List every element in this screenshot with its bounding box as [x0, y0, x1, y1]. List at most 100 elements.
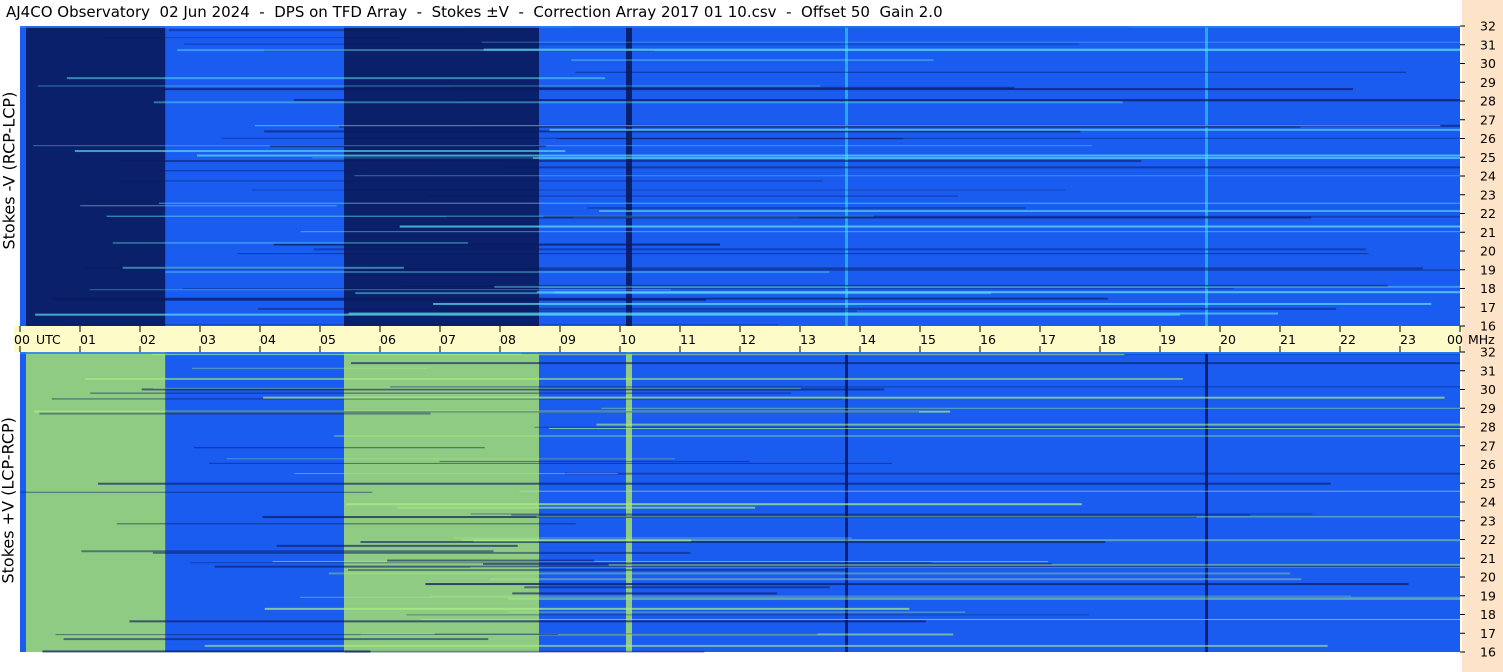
x-tick-label: 00 [1447, 332, 1463, 347]
panel-top-interference-streak [65, 324, 778, 326]
panel-top-interference-streak [182, 288, 1234, 290]
x-tick-label: 22 [1340, 332, 1356, 347]
panel-bottom-interference-streak [97, 482, 1331, 485]
panel-top-interference-streak [587, 207, 1026, 209]
panel-top-interference-streak [153, 101, 1123, 104]
panel-top-edge-line [20, 26, 1460, 28]
x-tick-label: 21 [1280, 332, 1296, 347]
panel-top-y-tick-label: 21 [1480, 225, 1496, 240]
panel-bottom-interference-streak [264, 607, 910, 610]
panel-bottom-interference-streak [350, 362, 1461, 365]
panel-bottom-interference-streak [300, 596, 1461, 598]
x-tick-label: 01 [80, 332, 96, 347]
panel-top-interference-streak [119, 180, 823, 182]
panel-bottom-interference-streak [20, 491, 373, 493]
panel-top-interference-streak [258, 307, 1337, 310]
x-tick-label: 20 [1220, 332, 1236, 347]
x-tick-label: 16 [980, 332, 996, 347]
panel-top-interference-streak [599, 210, 1460, 213]
panel-top-interference-streak [575, 71, 1407, 73]
panel-bottom-y-tick-label: 24 [1480, 495, 1496, 510]
panel-bottom-interference-streak [490, 578, 1302, 581]
panel-bottom-interference-streak [152, 387, 801, 389]
panel-bottom-interference-streak [601, 407, 1460, 409]
panel-bottom-interference-streak [90, 392, 792, 394]
x-tick-label: 09 [560, 332, 576, 347]
panel-top-y-tick-label: 19 [1480, 262, 1496, 277]
panel-bottom-interference-streak [534, 426, 1460, 428]
panel-bottom-interference-streak [507, 597, 1460, 600]
panel-top-interference-streak [355, 292, 992, 295]
panel-bottom-interference-streak [511, 514, 1251, 516]
panel-bottom-y-tick-label: 31 [1480, 363, 1496, 378]
panel-bottom-interference-streak [328, 572, 1291, 575]
x-tick-label: 11 [680, 332, 696, 347]
panel-bottom-y-tick-label: 25 [1480, 476, 1496, 491]
panel-bottom-interference-streak [360, 541, 1106, 544]
panel-bottom-y-tick-label: 28 [1480, 420, 1496, 435]
panel-bottom-interference-streak [608, 563, 1460, 566]
panel-top-interference-streak [156, 170, 425, 172]
panel-top-y-tick-label: 31 [1480, 37, 1496, 52]
panel-bottom-edge-line [20, 352, 1460, 354]
panel-top-interference-streak [433, 302, 1432, 305]
panel-bottom-y-tick-label: 17 [1480, 626, 1496, 641]
x-tick-label: 19 [1160, 332, 1176, 347]
panel-bottom-interference-streak [348, 569, 845, 572]
panel-top-interference-streak [374, 269, 1461, 271]
panel-bottom-y-tick-label: 26 [1480, 457, 1496, 472]
spectrogram-chart: 16 17 18 19 20 21 22 23 24 25 26 27 28 29 30 31 32 16 17 18… [14, 19, 1496, 660]
panel-bottom-y-tick-label: 30 [1480, 382, 1496, 397]
panel-bottom-interference-streak [519, 490, 1460, 492]
panel-bottom-interference-streak [596, 423, 1460, 426]
y-unit-label: MHz [1468, 332, 1495, 347]
panel-bottom-interference-streak [116, 523, 576, 525]
panel-top-interference-streak [571, 59, 934, 62]
panel-top-interference-streak [252, 189, 1066, 191]
panel-bottom-interference-streak [276, 544, 518, 547]
panel-bottom-y-tick-label: 29 [1480, 401, 1496, 416]
panel-bottom-interference-streak [397, 506, 756, 509]
panel-bottom-interference-streak [209, 462, 892, 464]
panel-top-interference-streak [439, 310, 858, 313]
panel-bottom-interference-streak [294, 473, 618, 475]
x-tick-label: 15 [920, 332, 936, 347]
panel-bottom-interference-streak [190, 562, 932, 564]
x-tick-label: 05 [320, 332, 336, 347]
panel-top-interference-streak [348, 312, 1279, 315]
panel-bottom-interference-streak [81, 550, 494, 553]
panel-bottom-interference-streak [536, 516, 1460, 518]
panel-top-interference-streak [354, 175, 1460, 177]
x-tick-label: 07 [440, 332, 456, 347]
panel-bottom-interference-streak [406, 614, 1090, 616]
panel-bottom-interference-streak [564, 472, 1460, 475]
x-tick-label: 17 [1040, 332, 1056, 347]
panel-bottom-interference-streak [439, 460, 750, 462]
panel-top-interference-streak [37, 85, 821, 87]
panel-top-y-tick-label: 28 [1480, 94, 1496, 109]
panel-bottom-y-tick-label: 23 [1480, 513, 1496, 528]
panel-bottom-interference-streak [390, 386, 1460, 388]
panel-bottom-interference-streak [204, 644, 1328, 647]
panel-top-interference-streak [481, 41, 1461, 43]
panel-top-interference-streak [51, 297, 1109, 300]
panel-top-interference-streak [162, 88, 1354, 91]
x-unit-label: UTC [36, 332, 61, 347]
panel-bottom-interference-streak [42, 650, 371, 653]
panel-top-y-tick-label: 32 [1480, 19, 1496, 34]
panel-top-interference-streak [504, 166, 1460, 169]
panel-bottom-interference-streak [84, 377, 1183, 380]
x-tick-label: 08 [500, 332, 516, 347]
panel-bottom-y-tick-label: 27 [1480, 438, 1496, 453]
panel-top-y-tick-label: 27 [1480, 112, 1496, 127]
panel-bottom-interference-streak [344, 650, 705, 653]
panel-bottom-interference-streak [39, 412, 431, 415]
x-tick-label: 03 [200, 332, 216, 347]
panel-bottom-interference-streak [191, 367, 428, 369]
panel-top-y-tick-label: 24 [1480, 169, 1496, 184]
panel-bottom-interference-streak [434, 633, 818, 635]
panel-bottom-time-band [26, 352, 166, 652]
panel-top-y-tick-label: 30 [1480, 56, 1496, 71]
panel-bottom-interference-streak [512, 592, 778, 595]
panel-bottom-y-tick-label: 22 [1480, 532, 1496, 547]
